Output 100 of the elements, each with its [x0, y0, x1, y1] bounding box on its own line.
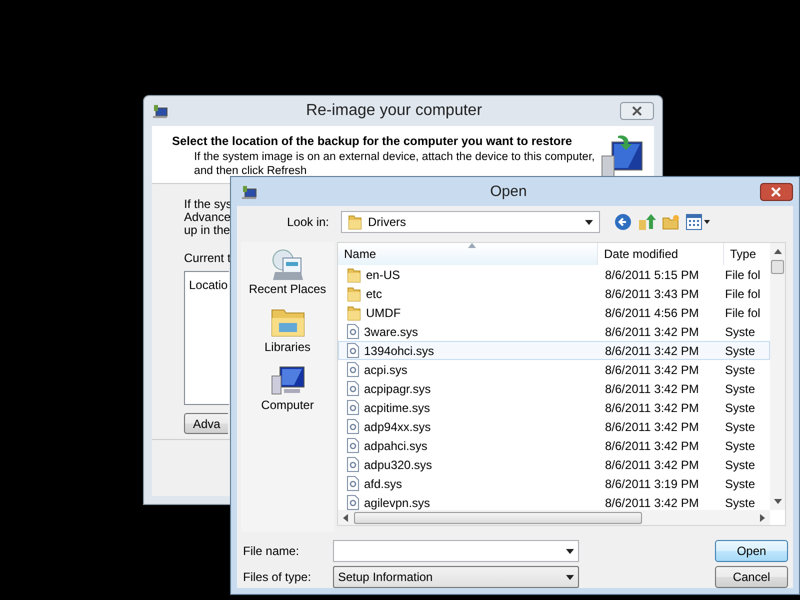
app-icon	[152, 103, 168, 119]
date-modified: 8/6/2011 3:43 PM	[604, 286, 700, 300]
recent-places-icon	[270, 248, 304, 282]
dropdown-caret-icon	[585, 220, 593, 224]
file-row[interactable]: adpahci.sys 8/6/2011 3:42 PM Syste	[338, 436, 770, 455]
place-item[interactable]: Recent Places	[248, 248, 326, 296]
file-type: Syste	[724, 324, 756, 338]
file-type: File fol	[724, 268, 762, 282]
system-file-icon	[347, 343, 359, 358]
file-row[interactable]: acpi.sys 8/6/2011 3:42 PM Syste	[338, 360, 770, 379]
file-name: acpi.sys	[364, 362, 408, 376]
scrollbar-thumb[interactable]	[771, 260, 784, 274]
file-name: 1394ohci.sys	[364, 344, 434, 358]
system-file-icon	[347, 324, 359, 339]
scrollbar-thumb[interactable]	[354, 512, 642, 524]
app-icon	[241, 184, 257, 200]
date-modified: 8/6/2011 3:42 PM	[604, 438, 700, 452]
folder-icon	[347, 266, 361, 282]
file-name: acpipagr.sys	[364, 382, 431, 396]
file-type: Syste	[724, 382, 756, 396]
look-in-label: Look in:	[286, 215, 329, 229]
look-in-dropdown[interactable]: Drivers	[341, 211, 600, 233]
scroll-right-icon[interactable]	[760, 514, 766, 522]
window-title: Re-image your computer	[304, 102, 484, 120]
file-row[interactable]: acpipagr.sys 8/6/2011 3:42 PM Syste	[338, 379, 770, 398]
file-name: adpahci.sys	[364, 438, 428, 452]
date-modified: 8/6/2011 3:42 PM	[604, 382, 700, 396]
cancel-button[interactable]: Cancel	[715, 566, 788, 588]
file-type: Syste	[724, 344, 756, 358]
file-row[interactable]: agilevpn.sys 8/6/2011 3:42 PM Syste	[338, 493, 770, 510]
file-type: Syste	[724, 420, 756, 434]
file-name: 3ware.sys	[364, 324, 418, 338]
place-item[interactable]: Libraries	[264, 306, 311, 354]
column-header[interactable]: Name	[338, 243, 598, 265]
file-type-dropdown[interactable]: Setup Information	[333, 566, 579, 588]
file-type: Syste	[724, 362, 756, 376]
sort-arrow-icon	[468, 243, 476, 248]
date-modified: 8/6/2011 5:15 PM	[604, 268, 700, 282]
file-name-field[interactable]	[333, 540, 579, 562]
file-row[interactable]: acpitime.sys 8/6/2011 3:42 PM Syste	[338, 398, 770, 417]
date-modified: 8/6/2011 3:42 PM	[604, 458, 700, 472]
file-name-label: File name:	[243, 544, 300, 558]
system-file-icon	[347, 476, 359, 491]
advanced-button[interactable]: Adva	[184, 413, 228, 434]
dropdown-caret-icon	[566, 574, 574, 580]
description: If the system image is on an external device, attach the device to this computer, and then click Refresh	[194, 150, 596, 178]
place-item[interactable]: Computer	[261, 364, 314, 412]
body-text: up in the	[184, 224, 230, 237]
files-of-type-label: Files of type:	[243, 570, 312, 584]
scroll-up-icon[interactable]	[774, 248, 782, 254]
file-type: Syste	[724, 476, 756, 490]
file-type: File fol	[724, 286, 762, 300]
close-icon[interactable]	[620, 102, 654, 120]
heading: Select the location of the backup for the computer you want to restore	[172, 134, 574, 148]
file-type: Syste	[724, 400, 756, 414]
close-icon[interactable]	[760, 182, 793, 200]
file-name: etc	[366, 286, 382, 300]
system-file-icon	[347, 381, 359, 396]
folder-icon	[347, 304, 361, 320]
view-menu-icon[interactable]	[686, 214, 710, 230]
system-file-icon	[347, 400, 359, 415]
body-text: Advance	[184, 211, 231, 224]
scroll-left-icon[interactable]	[342, 514, 348, 522]
file-type: Syste	[724, 496, 756, 510]
file-row[interactable]: afd.sys 8/6/2011 3:19 PM Syste	[338, 474, 770, 493]
file-name: afd.sys	[364, 476, 402, 490]
file-name: acpitime.sys	[364, 400, 430, 414]
system-file-icon	[347, 457, 359, 472]
up-folder-icon[interactable]	[638, 213, 656, 231]
file-row[interactable]: en-US 8/6/2011 5:15 PM File fol	[338, 265, 770, 284]
system-file-icon	[347, 419, 359, 434]
file-row[interactable]: etc 8/6/2011 3:43 PM File fol	[338, 284, 770, 303]
date-modified: 8/6/2011 3:42 PM	[604, 344, 700, 358]
column-header: Locatio	[189, 278, 228, 292]
file-name: UMDF	[366, 306, 401, 320]
file-name: en-US	[366, 268, 400, 282]
file-name: agilevpn.sys	[364, 496, 430, 510]
file-row[interactable]: UMDF 8/6/2011 4:56 PM File fol	[338, 303, 770, 322]
file-row[interactable]: adpu320.sys 8/6/2011 3:42 PM Syste	[338, 455, 770, 474]
file-row[interactable]: 1394ohci.sys 8/6/2011 3:42 PM Syste	[338, 341, 770, 360]
date-modified: 8/6/2011 3:19 PM	[604, 476, 700, 490]
system-file-icon	[347, 362, 359, 377]
date-modified: 8/6/2011 3:42 PM	[604, 362, 700, 376]
date-modified: 8/6/2011 3:42 PM	[604, 420, 700, 434]
file-type: Syste	[724, 438, 756, 452]
system-file-icon	[347, 438, 359, 453]
folder-icon	[347, 286, 361, 302]
scroll-down-icon[interactable]	[774, 499, 782, 505]
open-button[interactable]: Open	[715, 540, 788, 562]
date-modified: 8/6/2011 3:42 PM	[604, 324, 700, 338]
date-modified: 8/6/2011 4:56 PM	[604, 306, 700, 320]
date-modified: 8/6/2011 3:42 PM	[604, 400, 700, 414]
file-name: adpu320.sys	[364, 458, 432, 472]
file-name: adp94xx.sys	[364, 420, 431, 434]
dialog-title: Open	[489, 183, 528, 200]
file-row[interactable]: 3ware.sys 8/6/2011 3:42 PM Syste	[338, 322, 770, 341]
dropdown-caret-icon	[566, 548, 574, 554]
folder-icon	[348, 214, 362, 230]
file-type: Syste	[724, 458, 756, 472]
file-row[interactable]: adp94xx.sys 8/6/2011 3:42 PM Syste	[338, 417, 770, 436]
